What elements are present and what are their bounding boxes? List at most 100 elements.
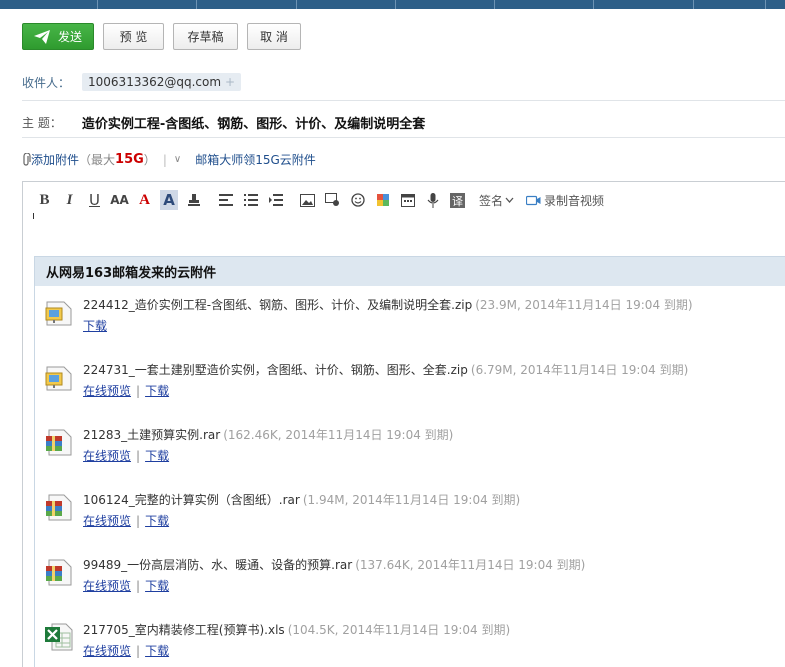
cloud-file-meta: (23.9M, 2014年11月14日 19:04 到期) xyxy=(475,298,693,312)
bold-button[interactable]: B xyxy=(32,190,57,210)
format-brush-icon[interactable] xyxy=(181,190,206,210)
download-link[interactable]: 下载 xyxy=(145,449,169,463)
cloud-attachment-title: 从网易163邮箱发来的云附件 xyxy=(35,256,785,286)
add-recipient-icon[interactable]: + xyxy=(225,75,235,89)
stationery-icon[interactable] xyxy=(370,190,395,210)
online-preview-link[interactable]: 在线预览 xyxy=(83,579,131,593)
cloud-file-name: 217705_室内精装修工程(预算书).xls xyxy=(83,623,285,637)
online-preview-link[interactable]: 在线预览 xyxy=(83,514,131,528)
editor-toolbar: B I U AA A A 译 签名 录制音视频 xyxy=(32,190,604,210)
attachment-row: 添加附件 （最大 15G ） | ∨ 邮箱大师领15G云附件 xyxy=(22,151,316,168)
italic-button[interactable]: I xyxy=(57,190,82,210)
cloud-file-actions: 在线预览 | 下载 xyxy=(83,447,453,464)
action-divider: | xyxy=(136,449,141,463)
chevron-down-icon xyxy=(505,197,514,203)
paperclip-icon xyxy=(23,153,31,166)
record-video-label: 录制音视频 xyxy=(544,193,605,208)
align-icon[interactable] xyxy=(213,190,238,210)
cloud-file-item: 217705_室内精装修工程(预算书).xls (104.5K, 2014年11月… xyxy=(44,621,510,659)
subject-row: 主 题： 造价实例工程-含图纸、钢筋、图形、计价、及编制说明全套 xyxy=(22,113,425,132)
cloud-file-name: 21283_土建预算实例.rar xyxy=(83,428,221,442)
cloud-file-meta: (6.79M, 2014年11月14日 19:04 到期) xyxy=(470,363,689,377)
image-icon[interactable] xyxy=(295,190,320,210)
cloud-file-name: 224731_一套土建别墅造价实例，含图纸、计价、钢筋、图形、全套.zip xyxy=(83,363,468,377)
cloud-file-line: 99489_一份高层消防、水、暖通、设备的预算.rar (137.64K, 201… xyxy=(83,556,585,573)
cloud-file-body: 106124_完整的计算实例（含图纸）.rar (1.94M, 2014年11月1… xyxy=(83,491,520,529)
download-link[interactable]: 下载 xyxy=(145,644,169,658)
cloud-file-item: 106124_完整的计算实例（含图纸）.rar (1.94M, 2014年11月1… xyxy=(44,491,520,529)
cloud-file-line: 224731_一套土建别墅造价实例，含图纸、计价、钢筋、图形、全套.zip (6.… xyxy=(83,361,688,378)
translate-icon[interactable]: 译 xyxy=(445,190,470,210)
rar-file-icon xyxy=(44,426,74,456)
font-size-button[interactable]: AA xyxy=(107,190,132,210)
online-preview-link[interactable]: 在线预览 xyxy=(83,644,131,658)
cloud-file-line: 21283_土建预算实例.rar (162.46K, 2014年11月14日 19… xyxy=(83,426,453,443)
signature-label: 签名 xyxy=(479,193,504,208)
send-label: 发送 xyxy=(57,30,82,44)
online-preview-link[interactable]: 在线预览 xyxy=(83,449,131,463)
recipient-label: 收件人： xyxy=(22,75,71,90)
action-divider: | xyxy=(136,384,141,398)
indent-icon[interactable] xyxy=(263,190,288,210)
screenshot-icon[interactable] xyxy=(320,190,345,210)
cloud-file-item: 21283_土建预算实例.rar (162.46K, 2014年11月14日 19… xyxy=(44,426,453,464)
rar-file-icon xyxy=(44,491,74,521)
emoji-icon[interactable] xyxy=(345,190,370,210)
download-link[interactable]: 下载 xyxy=(145,514,169,528)
background-color-button[interactable]: A xyxy=(160,190,178,210)
microphone-icon[interactable] xyxy=(420,190,445,210)
max-size-prefix: （最大 xyxy=(79,153,116,167)
cloud-file-actions: 在线预览 | 下载 xyxy=(83,642,510,659)
signature-dropdown[interactable]: 签名 xyxy=(479,192,514,209)
cloud-file-line: 224412_造价实例工程-含图纸、钢筋、图形、计价、及编制说明全套.zip (2… xyxy=(83,296,693,313)
max-size-suffix: ） xyxy=(143,153,156,167)
cloud-file-body: 224731_一套土建别墅造价实例，含图纸、计价、钢筋、图形、全套.zip (6.… xyxy=(83,361,688,399)
download-link[interactable]: 下载 xyxy=(145,579,169,593)
cloud-file-meta: (162.46K, 2014年11月14日 19:04 到期) xyxy=(223,428,454,442)
cloud-attachment-link[interactable]: 邮箱大师领15G云附件 xyxy=(195,151,316,168)
zip-file-icon xyxy=(44,296,74,326)
compose-toolbar: 发送 预 览 存草稿 取 消 xyxy=(22,23,301,50)
download-link[interactable]: 下载 xyxy=(145,384,169,398)
cloud-file-line: 217705_室内精装修工程(预算书).xls (104.5K, 2014年11月… xyxy=(83,621,510,638)
paper-plane-icon xyxy=(33,29,50,44)
subject-input[interactable]: 造价实例工程-含图纸、钢筋、图形、计价、及编制说明全套 xyxy=(82,113,425,132)
recipient-chip[interactable]: 1006313362@qq.com + xyxy=(82,73,242,91)
cloud-file-body: 217705_室内精装修工程(预算书).xls (104.5K, 2014年11月… xyxy=(83,621,510,659)
recipient-row: 收件人： 1006313362@qq.com + xyxy=(22,73,242,91)
svg-text:译: 译 xyxy=(452,195,463,208)
cloud-file-actions: 下载 xyxy=(83,317,693,334)
record-video-button[interactable]: 录制音视频 xyxy=(526,192,604,209)
online-preview-link[interactable]: 在线预览 xyxy=(83,384,131,398)
divider xyxy=(22,100,785,101)
divider xyxy=(22,137,785,138)
chevron-down-icon[interactable]: ∨ xyxy=(174,154,181,165)
text-cursor xyxy=(33,213,34,219)
cloud-file-meta: (137.64K, 2014年11月14日 19:04 到期) xyxy=(355,558,586,572)
attach-divider: | xyxy=(162,152,167,167)
save-draft-button[interactable]: 存草稿 xyxy=(173,23,238,50)
editor[interactable]: B I U AA A A 译 签名 录制音视频 从网易163邮箱发来的云附件 xyxy=(22,181,785,667)
excel-file-icon xyxy=(44,621,74,651)
calendar-icon[interactable] xyxy=(395,190,420,210)
preview-button[interactable]: 预 览 xyxy=(103,23,164,50)
video-camera-icon xyxy=(526,195,541,205)
download-link[interactable]: 下载 xyxy=(83,319,107,333)
cloud-file-meta: (104.5K, 2014年11月14日 19:04 到期) xyxy=(287,623,511,637)
cloud-file-meta: (1.94M, 2014年11月14日 19:04 到期) xyxy=(302,493,521,507)
add-attachment-link[interactable]: 添加附件 xyxy=(31,151,79,168)
underline-button[interactable]: U xyxy=(82,190,107,210)
cloud-file-name: 106124_完整的计算实例（含图纸）.rar xyxy=(83,493,300,507)
cloud-file-line: 106124_完整的计算实例（含图纸）.rar (1.94M, 2014年11月1… xyxy=(83,491,520,508)
subject-label: 主 题： xyxy=(22,116,62,130)
top-strip xyxy=(0,0,785,9)
cancel-button[interactable]: 取 消 xyxy=(247,23,301,50)
cloud-file-item: 99489_一份高层消防、水、暖通、设备的预算.rar (137.64K, 201… xyxy=(44,556,585,594)
recipient-email: 1006313362@qq.com xyxy=(88,75,222,89)
max-size-value: 15G xyxy=(115,152,144,167)
bullet-list-icon[interactable] xyxy=(238,190,263,210)
cloud-file-actions: 在线预览 | 下载 xyxy=(83,577,585,594)
send-button[interactable]: 发送 xyxy=(22,23,94,50)
cloud-file-name: 224412_造价实例工程-含图纸、钢筋、图形、计价、及编制说明全套.zip xyxy=(83,298,473,312)
font-color-button[interactable]: A xyxy=(132,190,157,210)
